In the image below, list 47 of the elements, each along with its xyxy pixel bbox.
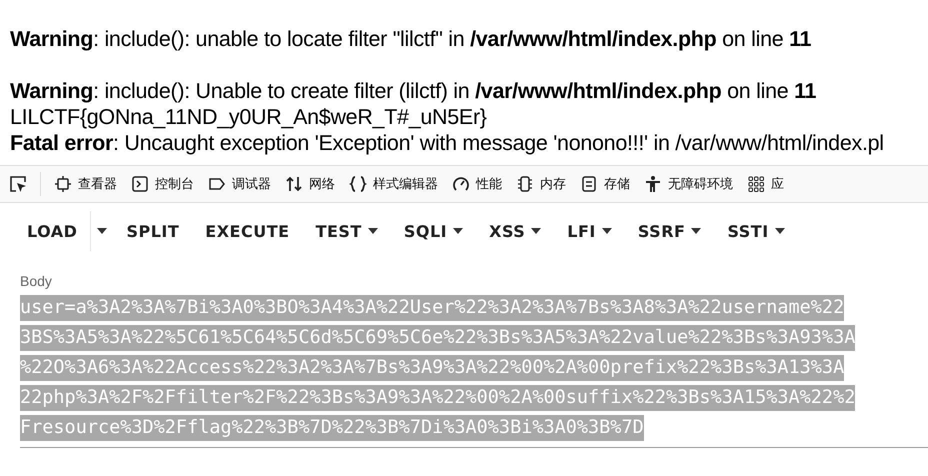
error-message: Warning: include(): unable to locate filter "lilctf" in /var/www/html/index.php on line 11 <box>10 26 812 52</box>
toolbar-button[interactable]: LOAD <box>14 211 90 251</box>
caret-icon <box>774 228 785 234</box>
selected-text: 3BS%3A5%3A%22%5C61%5C64%5C6d%5C69%5C6e%22%3Bs%3A5%3A%22value%22%3Bs%3A93%3A <box>20 325 856 351</box>
selected-text: %22O%3A6%3A%22Access%22%3A2%3A%7Bs%3A9%3A%22%00%2A%00prefix%22%3Bs%3A13%3A <box>20 355 844 381</box>
body-field[interactable] <box>20 295 928 448</box>
error-message: Warning: include(): Unable to create filter (lilctf) in /var/www/html/index.php on line 11 <box>10 78 818 104</box>
toolbar-button[interactable]: EXECUTE <box>192 211 303 251</box>
devtools-tab[interactable]: 样式编辑器 <box>346 166 449 202</box>
selected-text: user=a%3A2%3A%7Bi%3A0%3BO%3A4%3A%22User%22%3A2%3A%7Bs%3A8%3A%22username%22 <box>20 295 844 321</box>
menu-button[interactable]: SQLI <box>390 211 476 251</box>
caret-icon <box>602 228 612 234</box>
menu-button[interactable]: XSS <box>476 211 554 251</box>
devtools-tab[interactable]: 存储 <box>577 166 641 202</box>
memory-icon <box>516 175 534 193</box>
devtools-tab[interactable]: 控制台 <box>128 166 205 202</box>
caret-icon <box>453 228 464 234</box>
performance-icon <box>452 175 470 193</box>
devtools-tab[interactable]: 无障碍环境 <box>641 166 744 202</box>
element-picker-icon[interactable] <box>8 174 28 194</box>
console-icon <box>131 175 149 193</box>
field-label: Body <box>20 273 53 289</box>
accessibility-icon <box>644 175 662 193</box>
apps-icon <box>747 175 765 193</box>
devtools-tab[interactable]: 性能 <box>449 166 513 202</box>
menu-button[interactable]: SSTI <box>714 211 798 251</box>
storage-icon <box>580 175 598 193</box>
selected-text: Fresource%3D%2Fflag%22%3B%7D%22%3B%7Di%3A0%3Bi%3A0%3B%7D <box>20 415 644 441</box>
toolbar-button[interactable]: SPLIT <box>113 211 192 251</box>
devtools-tab[interactable]: 内存 <box>513 166 577 202</box>
selected-text: 22php%3A%2F%2Ffilter%2F%22%3Bs%3A9%3A%22%00%2A%00suffix%22%3Bs%3A15%3A%22%2 <box>20 385 856 411</box>
devtools-tab[interactable]: 网络 <box>282 166 346 202</box>
devtools-tab[interactable]: 查看器 <box>51 166 128 202</box>
caret-icon <box>97 228 108 234</box>
network-icon <box>285 175 303 193</box>
menu-button[interactable]: SSRF <box>624 211 714 251</box>
error-message: Fatal error: Uncaught exception 'Exception' with message 'nonono!!!' in /var/www/html/index.pl <box>10 130 885 156</box>
caret-icon <box>531 228 542 234</box>
inspector-icon <box>54 175 72 193</box>
devtools-tab[interactable]: 应 <box>744 166 795 202</box>
style-icon <box>349 175 367 193</box>
caret-icon <box>368 228 378 234</box>
menu-button[interactable]: TEST <box>302 211 391 251</box>
error-message: LILCTF{gONna_11ND_y0UR_An$weR_T#_uN5Er} <box>10 104 488 130</box>
devtools-tab[interactable]: 调试器 <box>205 166 282 202</box>
menu-button[interactable]: LFI <box>554 211 625 251</box>
caret-icon <box>691 228 702 234</box>
